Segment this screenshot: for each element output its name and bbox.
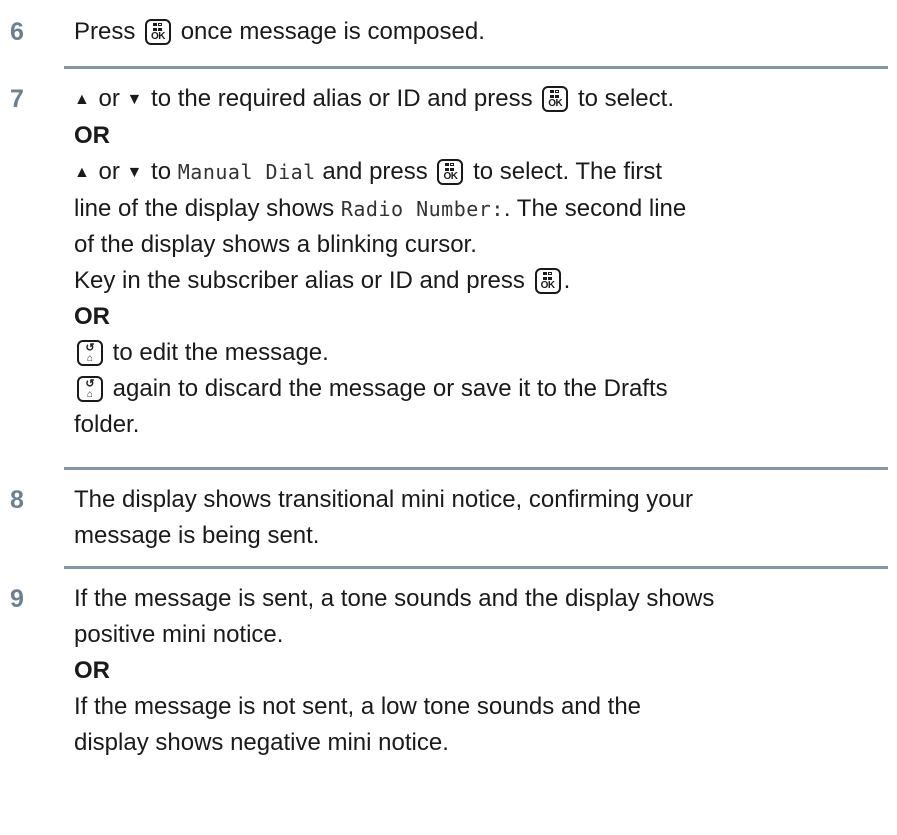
step-9: 9 If the message is sent, a tone sounds … <box>0 581 888 761</box>
menu-ok-button-icon: OK <box>437 159 464 185</box>
step-text: to the required alias or ID and press <box>151 85 533 112</box>
step-text: Press <box>74 18 136 45</box>
step-text: or <box>98 85 120 112</box>
down-arrow-icon: ▼ <box>126 91 143 108</box>
step-divider <box>64 467 888 470</box>
or-label: OR <box>74 122 110 149</box>
step-number: 9 <box>10 585 24 613</box>
step-text: The display shows transitional mini noti… <box>74 486 693 513</box>
menu-item-name: Manual Dial <box>177 160 316 184</box>
up-arrow-icon: ▲ <box>74 164 90 181</box>
step-text: If the message is not sent, a low tone s… <box>74 693 642 720</box>
step-divider <box>64 566 888 569</box>
manual-page: 6 Press OK once message is composed. 7 ▲… <box>0 0 897 835</box>
step-7: 7 ▲ or ▼ to the required alias or ID and… <box>0 81 888 467</box>
step-text: positive mini notice. <box>74 621 284 648</box>
step-divider <box>64 66 888 69</box>
step-text: . The second line <box>503 195 687 222</box>
step-text: to select. The first <box>473 158 663 185</box>
or-label: OR <box>74 657 110 684</box>
step-text: . <box>563 267 571 294</box>
step-text: or <box>98 158 120 185</box>
up-arrow-icon: ▲ <box>74 91 90 108</box>
step-number: 8 <box>10 486 24 514</box>
step-text: line of the display shows <box>74 195 335 222</box>
back-home-button-icon: ↺ ⌂ <box>77 340 103 366</box>
step-number: 7 <box>10 85 24 113</box>
menu-ok-button-icon: OK <box>534 268 561 294</box>
or-label: OR <box>74 303 110 330</box>
back-home-button-icon: ↺ ⌂ <box>77 376 103 402</box>
down-arrow-icon: ▼ <box>126 164 143 181</box>
step-6: 6 Press OK once message is composed. <box>0 14 888 66</box>
step-number: 6 <box>10 18 24 46</box>
step-text: to edit the message. <box>112 339 329 366</box>
step-8: 8 The display shows transitional mini no… <box>0 482 888 566</box>
step-text: message is being sent. <box>74 522 320 549</box>
display-text: Radio Number: <box>340 197 504 221</box>
menu-ok-button-icon: OK <box>145 19 172 45</box>
step-text: again to discard the message or save it … <box>112 375 668 402</box>
step-text: to select. <box>577 85 674 112</box>
step-text: of the display shows a blinking cursor. <box>74 231 477 258</box>
step-text: once message is composed. <box>180 18 485 45</box>
step-text: folder. <box>74 411 140 438</box>
menu-ok-button-icon: OK <box>542 86 569 112</box>
step-text: and press <box>322 158 428 185</box>
step-text: If the message is sent, a tone sounds an… <box>74 585 715 612</box>
step-text: display shows negative mini notice. <box>74 729 449 756</box>
step-text: Key in the subscriber alias or ID and pr… <box>74 267 525 294</box>
step-text: to <box>151 158 172 185</box>
